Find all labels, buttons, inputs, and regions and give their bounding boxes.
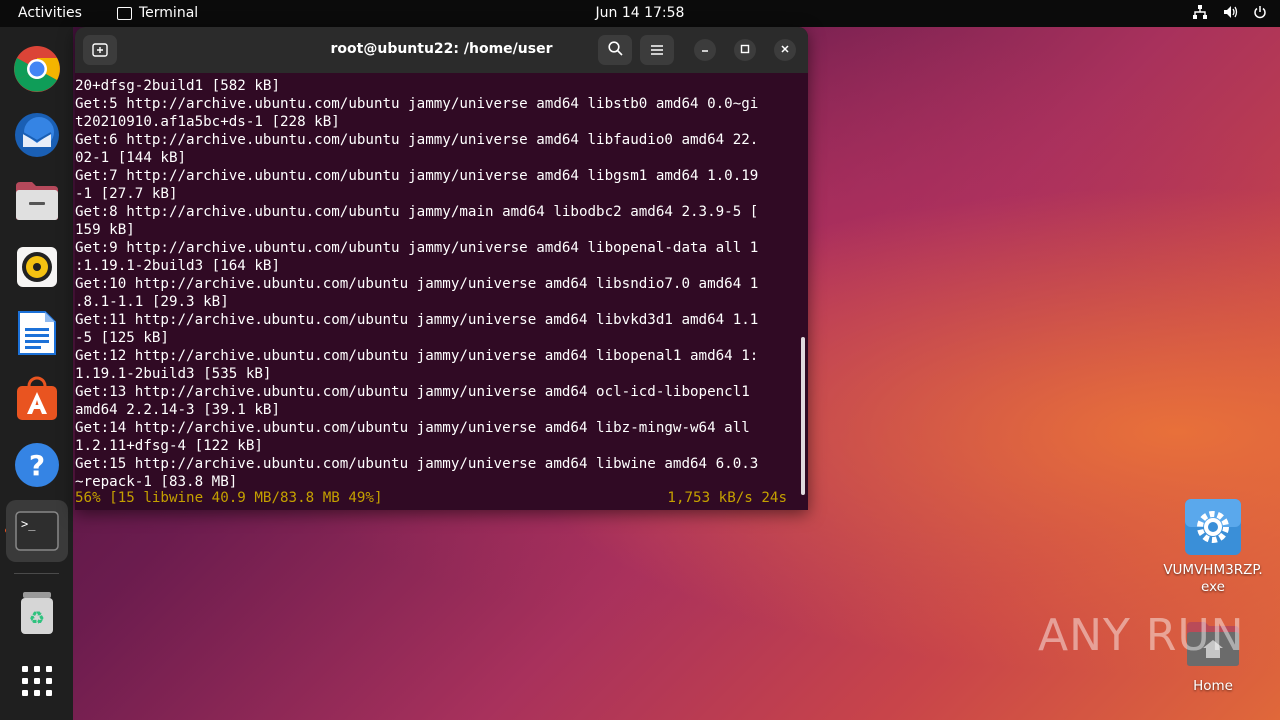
svg-text:♻: ♻ bbox=[29, 608, 45, 629]
desktop-exe-label-1: VUMVHM3RZP. bbox=[1163, 562, 1263, 578]
minimize-icon bbox=[700, 43, 710, 57]
software-icon[interactable] bbox=[12, 374, 62, 424]
new-tab-button[interactable] bbox=[83, 35, 117, 65]
terminal-line: Get:5 http://archive.ubuntu.com/ubuntu j… bbox=[75, 96, 759, 112]
desktop-exe-file[interactable]: VUMVHM3RZP. exe bbox=[1153, 498, 1273, 596]
terminal-line: 20+dfsg-2build1 [582 kB] bbox=[75, 78, 280, 94]
help-icon[interactable]: ? bbox=[12, 440, 62, 490]
close-button[interactable] bbox=[774, 39, 796, 61]
clock[interactable]: Jun 14 17:58 bbox=[596, 5, 685, 21]
terminal-line: 1.19.1-2build3 [535 kB] bbox=[75, 366, 272, 382]
search-icon bbox=[607, 40, 623, 60]
terminal-line: Get:6 http://archive.ubuntu.com/ubuntu j… bbox=[75, 132, 759, 148]
anyrun-watermark: ANY RUN bbox=[1038, 610, 1245, 661]
executable-gear-icon bbox=[1153, 498, 1273, 556]
maximize-button[interactable] bbox=[734, 39, 756, 61]
writer-icon[interactable] bbox=[12, 308, 62, 358]
network-icon[interactable] bbox=[1192, 4, 1208, 20]
desktop-exe-label-2: exe bbox=[1201, 579, 1225, 595]
files-icon[interactable] bbox=[12, 176, 62, 226]
terminal-line: Get:13 http://archive.ubuntu.com/ubuntu … bbox=[75, 384, 750, 400]
minimize-button[interactable] bbox=[694, 39, 716, 61]
hamburger-icon bbox=[650, 41, 664, 60]
svg-text:>_: >_ bbox=[21, 517, 36, 531]
terminal-line: Get:7 http://archive.ubuntu.com/ubuntu j… bbox=[75, 168, 759, 184]
terminal-line: t20210910.af1a5bc+ds-1 [228 kB] bbox=[75, 114, 340, 130]
activities-button[interactable]: Activities bbox=[18, 5, 82, 21]
terminal-line: Get:10 http://archive.ubuntu.com/ubuntu … bbox=[75, 276, 759, 292]
trash-icon[interactable]: ♻ bbox=[12, 588, 62, 638]
terminal-line: -5 [125 kB] bbox=[75, 330, 169, 346]
watermark-text: ANY RUN bbox=[1038, 610, 1245, 661]
chrome-icon[interactable] bbox=[12, 44, 62, 94]
desktop-home-label: Home bbox=[1193, 678, 1233, 694]
terminal-line: -1 [27.7 kB] bbox=[75, 186, 178, 202]
maximize-icon bbox=[740, 43, 750, 57]
terminal-small-icon bbox=[117, 6, 132, 20]
rhythmbox-icon[interactable] bbox=[12, 242, 62, 292]
terminal-output[interactable]: 20+dfsg-2build1 [582 kB] Get:5 http://ar… bbox=[75, 73, 808, 510]
terminal-line: ~repack-1 [83.8 MB] bbox=[75, 474, 238, 490]
terminal-line: Get:9 http://archive.ubuntu.com/ubuntu j… bbox=[75, 240, 759, 256]
terminal-line: 159 kB] bbox=[75, 222, 135, 238]
window-header[interactable]: root@ubuntu22: /home/user bbox=[75, 27, 808, 73]
terminal-line: 02-1 [144 kB] bbox=[75, 150, 187, 166]
app-menu[interactable]: Terminal bbox=[117, 5, 198, 21]
top-bar: Activities Terminal Jun 14 17:58 bbox=[0, 0, 1280, 27]
terminal-line: 1.2.11+dfsg-4 [122 kB] bbox=[75, 438, 263, 454]
progress-status: 56% [15 libwine 40.9 MB/83.8 MB 49%] bbox=[75, 490, 383, 506]
terminal-line: Get:12 http://archive.ubuntu.com/ubuntu … bbox=[75, 348, 759, 364]
volume-icon[interactable] bbox=[1222, 4, 1238, 20]
system-tray[interactable] bbox=[1192, 4, 1268, 20]
dock-separator bbox=[14, 573, 59, 574]
terminal-line: Get:8 http://archive.ubuntu.com/ubuntu j… bbox=[75, 204, 759, 220]
svg-text:?: ? bbox=[29, 449, 45, 482]
search-button[interactable] bbox=[598, 35, 632, 65]
power-icon[interactable] bbox=[1252, 4, 1268, 20]
terminal-line: amd64 2.2.14-3 [39.1 kB] bbox=[75, 402, 280, 418]
app-menu-label: Terminal bbox=[139, 5, 199, 21]
terminal-icon[interactable]: >_ bbox=[6, 500, 68, 562]
terminal-line: Get:15 http://archive.ubuntu.com/ubuntu … bbox=[75, 456, 759, 472]
dock: ? >_ ♻ bbox=[0, 27, 73, 720]
scrollbar[interactable] bbox=[801, 337, 805, 495]
terminal-line: .8.1-1.1 [29.3 kB] bbox=[75, 294, 229, 310]
terminal-line: Get:14 http://archive.ubuntu.com/ubuntu … bbox=[75, 420, 750, 436]
terminal-window[interactable]: root@ubuntu22: /home/user 20+dfsg-2build… bbox=[75, 27, 808, 510]
progress-speed: 1,753 kB/s 24s bbox=[667, 490, 787, 506]
thunderbird-icon[interactable] bbox=[12, 110, 62, 160]
terminal-line: :1.19.1-2build3 [164 kB] bbox=[75, 258, 280, 274]
terminal-line: Get:11 http://archive.ubuntu.com/ubuntu … bbox=[75, 312, 759, 328]
menu-button[interactable] bbox=[640, 35, 674, 65]
download-progress: 56% [15 libwine 40.9 MB/83.8 MB 49%] 1,7… bbox=[75, 490, 808, 508]
close-icon bbox=[780, 43, 790, 57]
show-apps-icon[interactable] bbox=[12, 656, 62, 706]
